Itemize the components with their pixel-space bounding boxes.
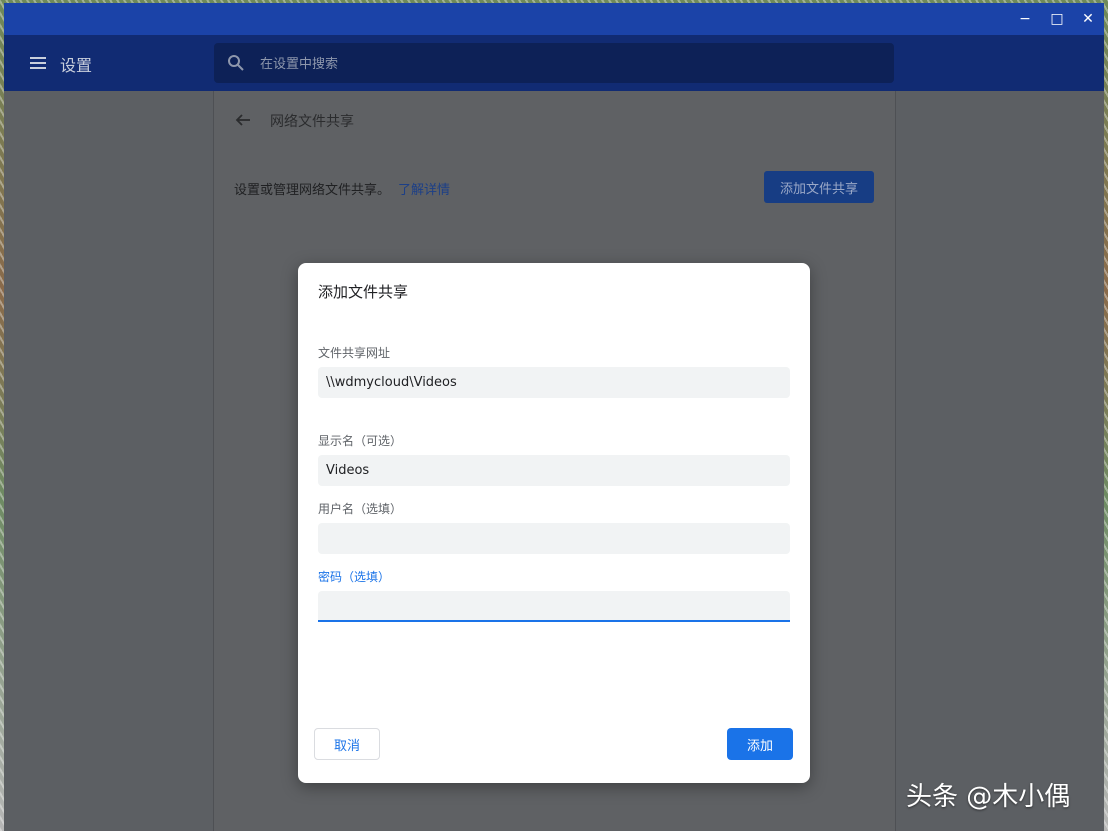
close-button[interactable]: ✕ [1078, 9, 1098, 29]
display-name-input[interactable] [318, 455, 790, 486]
add-button[interactable]: 添加 [727, 728, 793, 760]
page-description: 设置或管理网络文件共享。 了解详情 [234, 179, 450, 198]
maximize-button[interactable]: □ [1047, 9, 1067, 29]
add-file-share-dialog: 添加文件共享 文件共享网址 显示名（可选） 用户名（选填） 密码（选填） 取消 … [298, 263, 810, 783]
watermark-text: 头条 @木小偶 [906, 782, 1071, 812]
password-input[interactable] [318, 591, 790, 622]
menu-icon[interactable] [28, 53, 48, 73]
cancel-button[interactable]: 取消 [314, 728, 380, 760]
dialog-title: 添加文件共享 [318, 283, 409, 301]
display-name-label: 显示名（可选） [318, 434, 403, 448]
share-url-input[interactable] [318, 367, 790, 398]
settings-header: 设置 [4, 35, 1104, 91]
search-box[interactable] [214, 43, 894, 85]
description-text: 设置或管理网络文件共享。 [234, 183, 391, 198]
back-arrow-icon[interactable] [234, 111, 252, 129]
password-label: 密码（选填） [318, 570, 391, 584]
title-bar: − □ ✕ [4, 3, 1104, 35]
username-input[interactable] [318, 523, 790, 554]
settings-window: − □ ✕ 设置 网络文件共享 [4, 3, 1104, 831]
search-input[interactable] [258, 43, 882, 85]
share-url-label: 文件共享网址 [318, 346, 391, 360]
username-label: 用户名（选填） [318, 502, 403, 516]
minimize-button[interactable]: − [1015, 9, 1035, 29]
page-title: 网络文件共享 [270, 114, 354, 130]
learn-more-link[interactable]: 了解详情 [398, 183, 450, 198]
app-title: 设置 [60, 56, 93, 75]
add-file-share-button[interactable]: 添加文件共享 [764, 171, 874, 203]
search-icon [226, 53, 246, 73]
